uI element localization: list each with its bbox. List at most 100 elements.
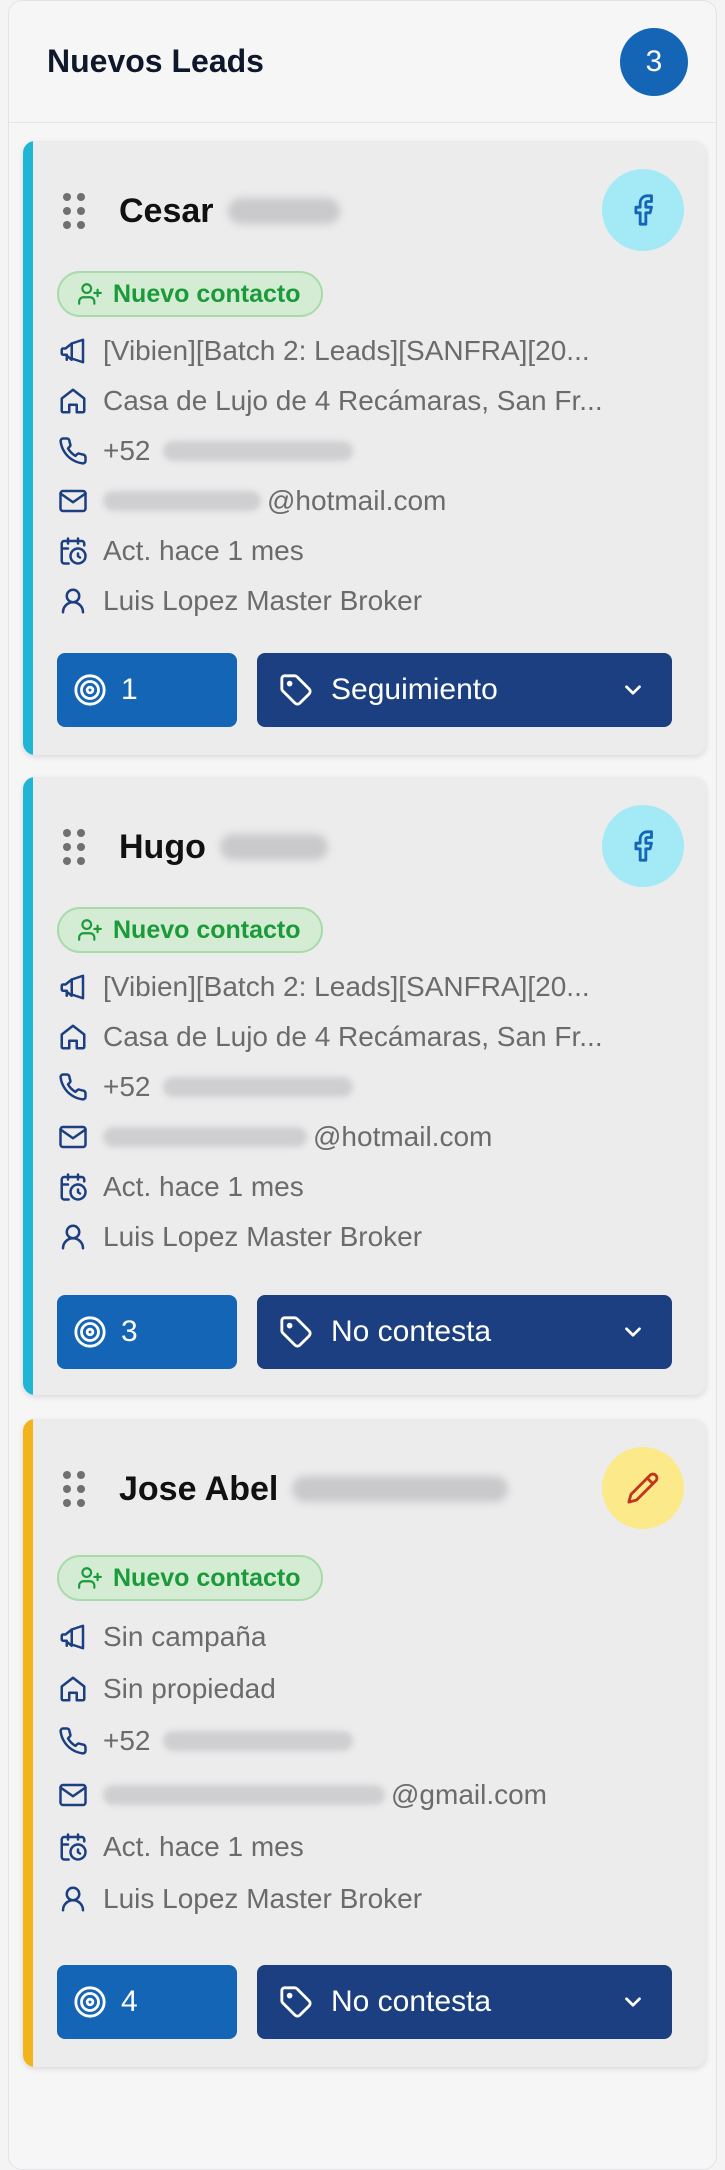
calendar-clock-icon bbox=[57, 535, 89, 567]
new-contact-tag: Nuevo contacto bbox=[57, 907, 323, 953]
lead-name[interactable]: Jose Abel bbox=[119, 1470, 278, 1509]
user-icon bbox=[57, 585, 89, 617]
lead-name[interactable]: Hugo bbox=[119, 828, 206, 867]
user-icon bbox=[57, 1883, 89, 1915]
card-actions: 4 No contesta bbox=[57, 1965, 672, 2039]
column-title: Nuevos Leads bbox=[47, 43, 264, 79]
agent-text: Luis Lopez Master Broker bbox=[103, 1883, 423, 1914]
redacted-phone bbox=[162, 1077, 353, 1097]
card-actions: 1 Seguimiento bbox=[57, 653, 672, 727]
tag-icon bbox=[280, 674, 312, 706]
calendar-clock-icon bbox=[57, 1171, 89, 1203]
facebook-icon bbox=[602, 805, 684, 887]
phone-prefix: +52 bbox=[103, 1725, 151, 1756]
user-icon bbox=[57, 1221, 89, 1253]
redacted-lastname bbox=[219, 834, 328, 860]
tag-label: Nuevo contacto bbox=[113, 279, 301, 308]
lead-card[interactable]: Cesar Nuevo contacto [Vibien][Batch 2: L… bbox=[23, 141, 706, 755]
mail-icon bbox=[57, 485, 89, 517]
property-text: Casa de Lujo de 4 Recámaras, San Fr... bbox=[103, 1021, 603, 1052]
megaphone-icon bbox=[57, 335, 89, 367]
interactions-button[interactable]: 1 bbox=[57, 653, 237, 727]
interactions-button[interactable]: 3 bbox=[57, 1295, 237, 1369]
email-domain: @gmail.com bbox=[391, 1779, 548, 1810]
lead-card[interactable]: Hugo Nuevo contacto [Vibien][Batch 2: Le… bbox=[23, 777, 706, 1395]
card-header: Cesar bbox=[63, 169, 684, 253]
status-dropdown[interactable]: No contesta bbox=[257, 1295, 672, 1369]
property-row: Sin propiedad bbox=[57, 1669, 676, 1709]
email-domain: @hotmail.com bbox=[267, 485, 447, 516]
property-row: Casa de Lujo de 4 Recámaras, San Fr... bbox=[57, 381, 676, 421]
status-dropdown[interactable]: No contesta bbox=[257, 1965, 672, 2039]
calendar-clock-icon bbox=[57, 1831, 89, 1863]
facebook-icon bbox=[602, 169, 684, 251]
email-row: @hotmail.com bbox=[57, 1117, 676, 1157]
updated-row: Act. hace 1 mes bbox=[57, 531, 676, 571]
agent-row: Luis Lopez Master Broker bbox=[57, 1879, 676, 1919]
tag-label: Nuevo contacto bbox=[113, 915, 301, 944]
updated-text: Act. hace 1 mes bbox=[103, 1831, 304, 1862]
phone-icon bbox=[57, 1071, 89, 1103]
chevron-down-icon bbox=[625, 1997, 641, 2007]
lead-card[interactable]: Jose Abel Nuevo contacto Sin campaña Sin… bbox=[23, 1419, 706, 2067]
drag-handle-icon[interactable] bbox=[63, 1471, 85, 1507]
redacted-lastname bbox=[227, 198, 340, 224]
updated-text: Act. hace 1 mes bbox=[103, 1171, 304, 1202]
interactions-count: 1 bbox=[121, 673, 138, 706]
phone-prefix: +52 bbox=[103, 1071, 151, 1102]
status-dropdown[interactable]: Seguimiento bbox=[257, 653, 672, 727]
interactions-count: 3 bbox=[121, 1315, 138, 1348]
phone-icon bbox=[57, 435, 89, 467]
new-contact-tag: Nuevo contacto bbox=[57, 1555, 323, 1601]
property-text: Casa de Lujo de 4 Recámaras, San Fr... bbox=[103, 385, 603, 416]
target-icon bbox=[74, 1986, 106, 2018]
target-icon bbox=[74, 674, 106, 706]
redacted-phone bbox=[162, 441, 353, 461]
new-contact-tag: Nuevo contacto bbox=[57, 271, 323, 317]
leads-column: Nuevos Leads 3 Cesar Nuevo contacto [Vib… bbox=[8, 0, 717, 2170]
email-row: @gmail.com bbox=[57, 1775, 676, 1815]
chevron-down-icon bbox=[625, 685, 641, 695]
phone-row: +52 bbox=[57, 1721, 676, 1761]
interactions-count: 4 bbox=[121, 1985, 138, 2018]
redacted-lastname bbox=[292, 1476, 509, 1502]
phone-row: +52 bbox=[57, 431, 676, 471]
home-icon bbox=[57, 1673, 89, 1705]
redacted-email-user bbox=[103, 1127, 307, 1147]
status-label: No contesta bbox=[331, 1315, 492, 1348]
interactions-button[interactable]: 4 bbox=[57, 1965, 237, 2039]
updated-row: Act. hace 1 mes bbox=[57, 1167, 676, 1207]
lead-name[interactable]: Cesar bbox=[119, 192, 214, 231]
home-icon bbox=[57, 1021, 89, 1053]
campaign-text: [Vibien][Batch 2: Leads][SANFRA][20... bbox=[103, 971, 590, 1002]
campaign-row: [Vibien][Batch 2: Leads][SANFRA][20... bbox=[57, 967, 676, 1007]
megaphone-icon bbox=[57, 1621, 89, 1653]
phone-prefix: +52 bbox=[103, 435, 151, 466]
megaphone-icon bbox=[57, 971, 89, 1003]
source-stripe bbox=[23, 1419, 33, 2067]
drag-handle-icon[interactable] bbox=[63, 829, 85, 865]
phone-row: +52 bbox=[57, 1067, 676, 1107]
home-icon bbox=[57, 385, 89, 417]
mail-icon bbox=[57, 1121, 89, 1153]
campaign-row: [Vibien][Batch 2: Leads][SANFRA][20... bbox=[57, 331, 676, 371]
chevron-down-icon bbox=[625, 1327, 641, 1337]
status-label: Seguimiento bbox=[331, 673, 498, 706]
status-label: No contesta bbox=[331, 1985, 492, 2018]
agent-row: Luis Lopez Master Broker bbox=[57, 581, 676, 621]
card-actions: 3 No contesta bbox=[57, 1295, 672, 1369]
mail-icon bbox=[57, 1779, 89, 1811]
tag-label: Nuevo contacto bbox=[113, 1563, 301, 1592]
redacted-email-user bbox=[103, 491, 261, 511]
tag-icon bbox=[280, 1986, 312, 2018]
updated-text: Act. hace 1 mes bbox=[103, 535, 304, 566]
agent-row: Luis Lopez Master Broker bbox=[57, 1217, 676, 1257]
property-text: Sin propiedad bbox=[103, 1673, 276, 1704]
target-icon bbox=[74, 1316, 106, 1348]
drag-handle-icon[interactable] bbox=[63, 193, 85, 229]
campaign-row: Sin campaña bbox=[57, 1617, 676, 1657]
redacted-phone bbox=[162, 1731, 353, 1751]
pencil-icon bbox=[602, 1447, 684, 1529]
source-stripe bbox=[23, 777, 33, 1395]
agent-text: Luis Lopez Master Broker bbox=[103, 585, 423, 616]
